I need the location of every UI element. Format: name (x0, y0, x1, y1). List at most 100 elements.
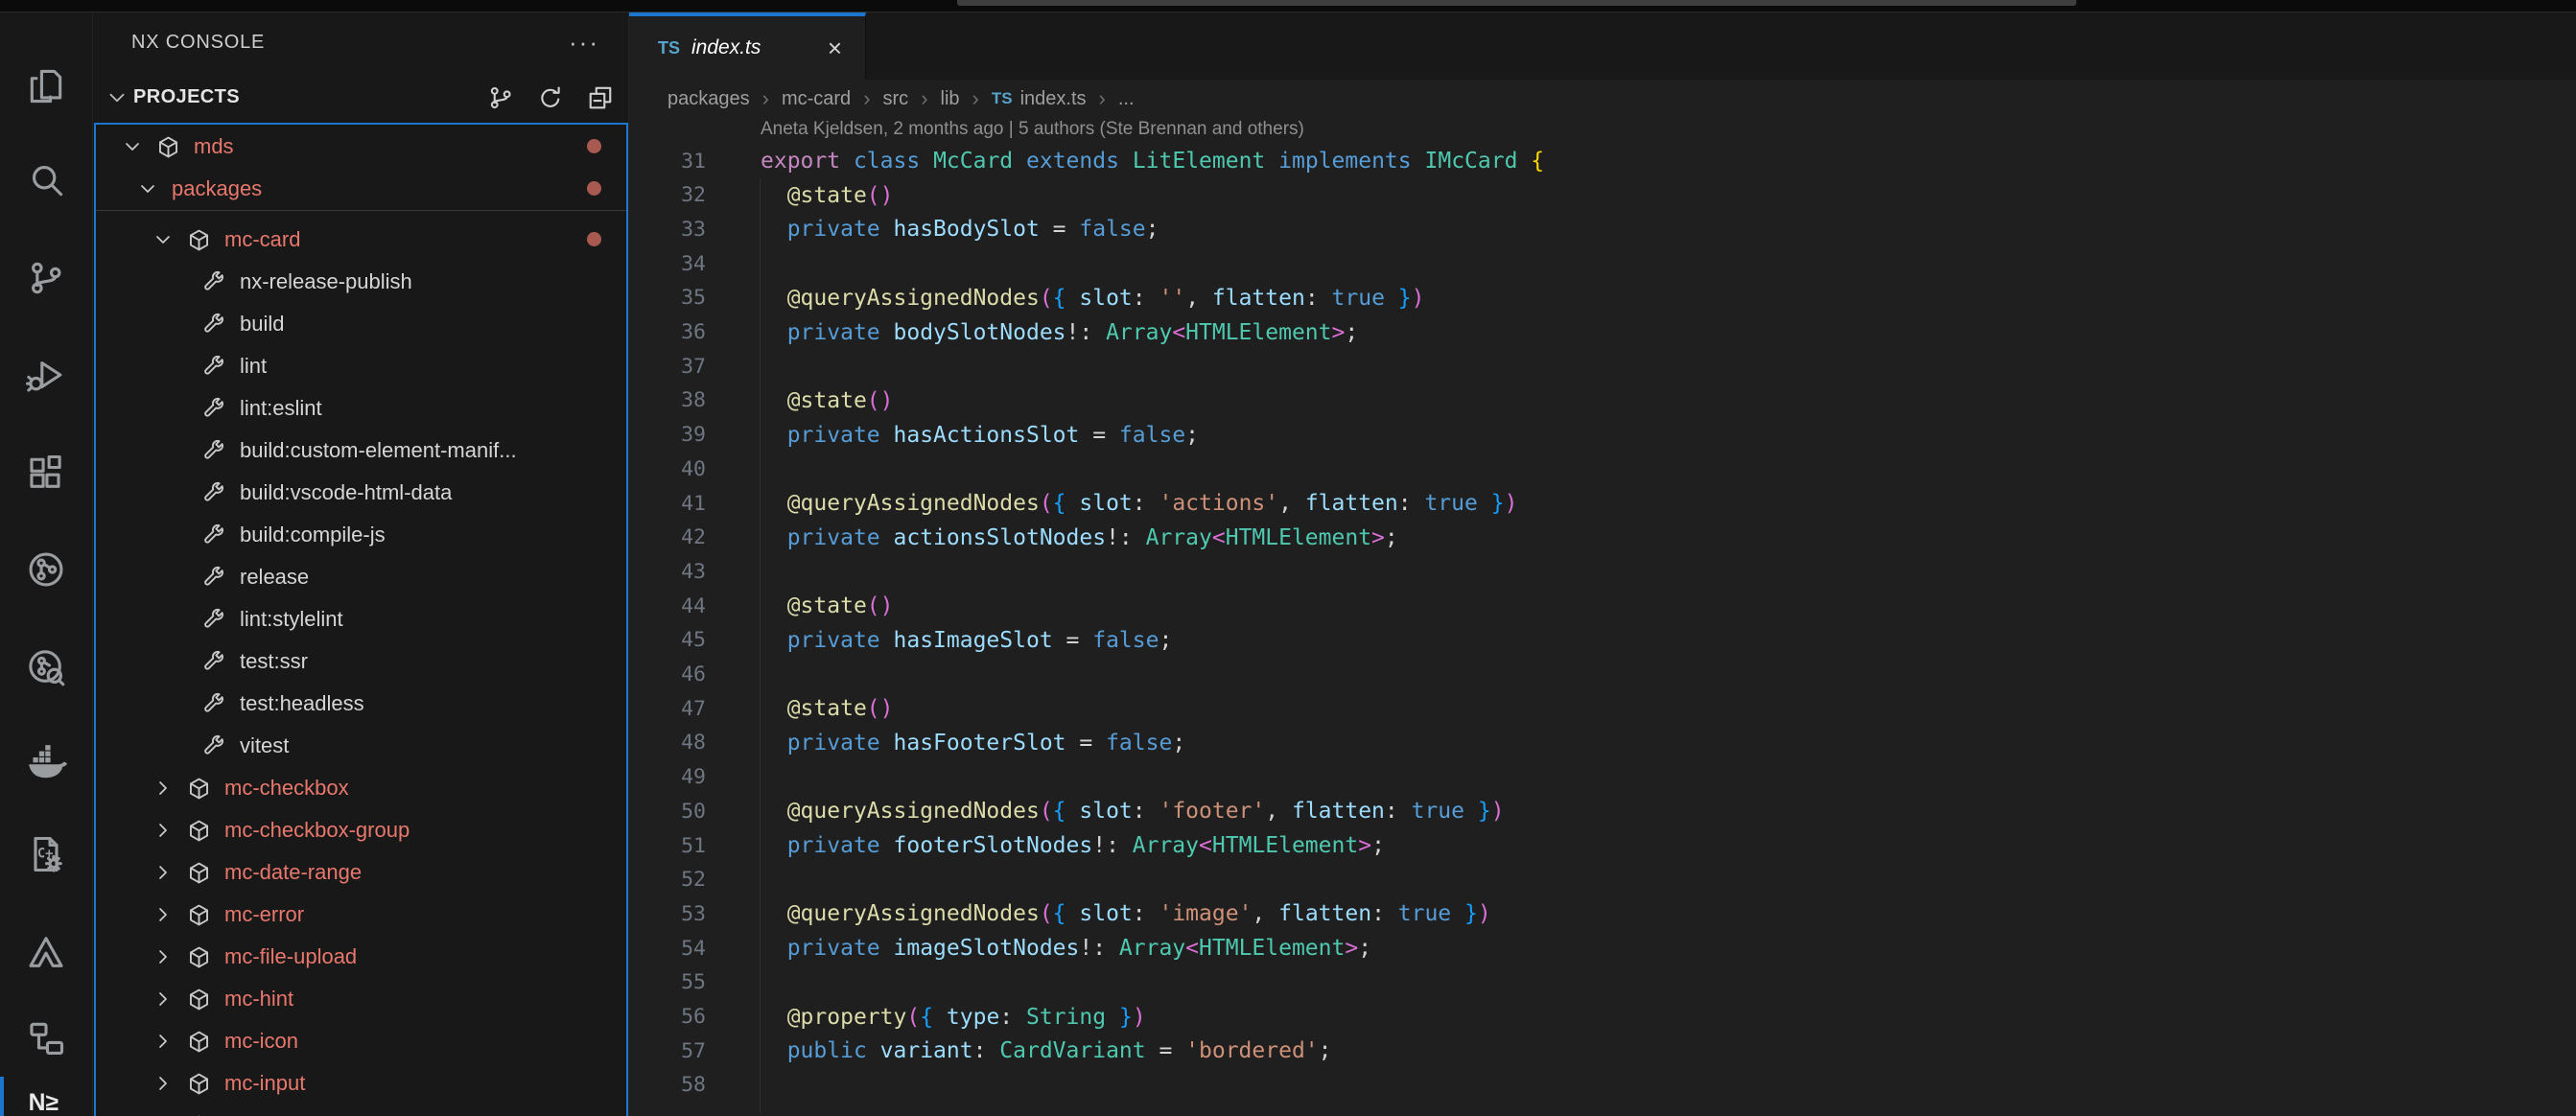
code-line-34[interactable]: 34 (629, 246, 2576, 281)
chevron-right-icon[interactable] (152, 1030, 175, 1053)
tree-item-mc-checkbox-group[interactable]: mc-checkbox-group (96, 809, 626, 851)
code-line-45[interactable]: 45 private hasImageSlot = false; (629, 623, 2576, 658)
search-icon[interactable] (0, 142, 92, 219)
collapse-all-icon[interactable] (586, 83, 615, 112)
explorer-icon[interactable] (0, 48, 92, 125)
chevron-right-icon[interactable] (152, 945, 175, 968)
tree-item-mc-date-range[interactable]: mc-date-range (96, 851, 626, 894)
nx-graph-search-icon[interactable] (0, 629, 92, 706)
breadcrumb-item[interactable]: mc-card (782, 88, 851, 110)
code-line-text: private imageSlotNodes!: Array<HTMLEleme… (761, 936, 1371, 961)
code-line-53[interactable]: 53 @queryAssignedNodes({ slot: 'image', … (629, 896, 2576, 931)
breadcrumb-item[interactable]: TSindex.ts (992, 88, 1087, 110)
code-line-37[interactable]: 37 (629, 349, 2576, 384)
extensions-icon[interactable] (0, 434, 92, 511)
status-dot (587, 139, 601, 153)
tree-item-release[interactable]: release (96, 556, 626, 598)
tree-item-build:custom-element-manif...[interactable]: build:custom-element-manif... (96, 430, 626, 472)
tree-item-lint[interactable]: lint (96, 345, 626, 387)
chevron-down-icon[interactable] (136, 177, 159, 200)
projects-section-header[interactable]: PROJECTS (93, 72, 628, 123)
tree-item-lint:stylelint[interactable]: lint:stylelint (96, 598, 626, 640)
package-icon (186, 1071, 212, 1097)
code-line-text: @queryAssignedNodes({ slot: 'footer', fl… (761, 799, 1505, 824)
more-actions-icon[interactable]: ··· (569, 37, 599, 47)
code-line-41[interactable]: 41 @queryAssignedNodes({ slot: 'actions'… (629, 486, 2576, 521)
tree-item-nx-release-publish[interactable]: nx-release-publish (96, 261, 626, 303)
chevron-right-icon[interactable] (152, 903, 175, 926)
tree-item-packages[interactable]: packages (96, 168, 626, 210)
tree-item-build[interactable]: build (96, 303, 626, 345)
line-number: 37 (629, 355, 725, 379)
code-line-51[interactable]: 51 private footerSlotNodes!: Array<HTMLE… (629, 828, 2576, 863)
code-line-49[interactable]: 49 (629, 760, 2576, 795)
code-line-48[interactable]: 48 private hasFooterSlot = false; (629, 726, 2576, 760)
tree-item-mc-error[interactable]: mc-error (96, 894, 626, 936)
code-line-40[interactable]: 40 (629, 452, 2576, 486)
chevron-right-icon[interactable] (152, 819, 175, 842)
tree-item-mc-file-upload[interactable]: mc-file-upload (96, 936, 626, 978)
tree-item-test:ssr[interactable]: test:ssr (96, 640, 626, 683)
tree-item-mds[interactable]: mds (96, 126, 626, 168)
tree-item-build:compile-js[interactable]: build:compile-js (96, 514, 626, 556)
code-line-35[interactable]: 35 @queryAssignedNodes({ slot: '', flatt… (629, 281, 2576, 315)
cpp-file-gear-icon[interactable]: C+ (0, 816, 92, 893)
code-line-57[interactable]: 57 public variant: CardVariant = 'border… (629, 1034, 2576, 1068)
code-line-33[interactable]: 33 private hasBodySlot = false; (629, 212, 2576, 246)
code-line-44[interactable]: 44 @state() (629, 589, 2576, 623)
code-line-38[interactable]: 38 @state() (629, 384, 2576, 418)
wrench-icon (201, 607, 227, 633)
chevron-down-icon[interactable] (121, 135, 144, 158)
chevron-right-icon[interactable] (152, 777, 175, 800)
source-control-icon[interactable] (0, 240, 92, 316)
tree-item-mc-icon[interactable]: mc-icon (96, 1020, 626, 1062)
tree-item-lint:eslint[interactable]: lint:eslint (96, 387, 626, 430)
chevron-down-icon[interactable] (152, 228, 175, 251)
code-line-42[interactable]: 42 private actionsSlotNodes!: Array<HTML… (629, 521, 2576, 555)
code-line-39[interactable]: 39 private hasActionsSlot = false; (629, 418, 2576, 453)
breadcrumb-item[interactable]: src (883, 88, 909, 110)
docker-icon[interactable] (0, 723, 92, 800)
nx-project-graph-icon[interactable] (0, 531, 92, 608)
code-editor[interactable]: Aneta Kjeldsen, 2 months ago | 5 authors… (629, 118, 2576, 1116)
code-line-46[interactable]: 46 (629, 658, 2576, 692)
code-line-32[interactable]: 32 @state() (629, 178, 2576, 213)
breadcrumb-item[interactable]: packages (667, 88, 750, 110)
wrench-icon (201, 649, 227, 675)
chevron-right-icon[interactable] (152, 988, 175, 1011)
branch-icon[interactable] (486, 83, 515, 112)
code-line-52[interactable]: 52 (629, 863, 2576, 897)
git-blame-lens[interactable]: Aneta Kjeldsen, 2 months ago | 5 authors… (761, 119, 1304, 140)
code-line-54[interactable]: 54 private imageSlotNodes!: Array<HTMLEl… (629, 931, 2576, 965)
code-line-55[interactable]: 55 (629, 965, 2576, 1000)
projects-tree[interactable]: mdspackages mc-cardnx-release-publishbui… (94, 123, 628, 1116)
code-line-43[interactable]: 43 (629, 554, 2576, 589)
tree-item-mc-input[interactable]: mc-input (96, 1062, 626, 1104)
code-line-47[interactable]: 47 @state() (629, 691, 2576, 726)
close-icon[interactable]: × (828, 34, 842, 63)
a-logo-icon[interactable] (0, 914, 92, 990)
tree-item-vitest[interactable]: vitest (96, 725, 626, 767)
breadcrumb-item[interactable]: lib (941, 88, 960, 110)
chevron-right-icon[interactable] (152, 1072, 175, 1095)
chevron-right-icon[interactable] (152, 861, 175, 884)
code-line-50[interactable]: 50 @queryAssignedNodes({ slot: 'footer',… (629, 794, 2576, 828)
run-debug-icon[interactable] (0, 337, 92, 413)
code-line-58[interactable]: 58 (629, 1068, 2576, 1103)
tab-index-ts[interactable]: TS index.ts × (629, 12, 866, 80)
tree-item-mc-checkbox[interactable]: mc-checkbox (96, 767, 626, 809)
tree-item-label: mc-icon (224, 1029, 298, 1054)
code-line-56[interactable]: 56 @property({ type: String }) (629, 1000, 2576, 1035)
code-line-36[interactable]: 36 private bodySlotNodes!: Array<HTMLEle… (629, 315, 2576, 350)
code-line-31[interactable]: 31export class McCard extends LitElement… (629, 144, 2576, 178)
chevron-down-icon[interactable] (105, 85, 129, 110)
refresh-icon[interactable] (536, 83, 565, 112)
tree-item[interactable] (96, 1104, 626, 1116)
breadcrumb-separator: › (972, 86, 979, 111)
tree-item-build:vscode-html-data[interactable]: build:vscode-html-data (96, 472, 626, 514)
breadcrumb-item[interactable]: ... (1118, 88, 1135, 110)
tree-item-mc-hint[interactable]: mc-hint (96, 978, 626, 1020)
tree-item-mc-card[interactable]: mc-card (96, 219, 626, 261)
tree-item-test:headless[interactable]: test:headless (96, 683, 626, 725)
nx-console-icon[interactable]: N≥ (0, 1063, 92, 1116)
